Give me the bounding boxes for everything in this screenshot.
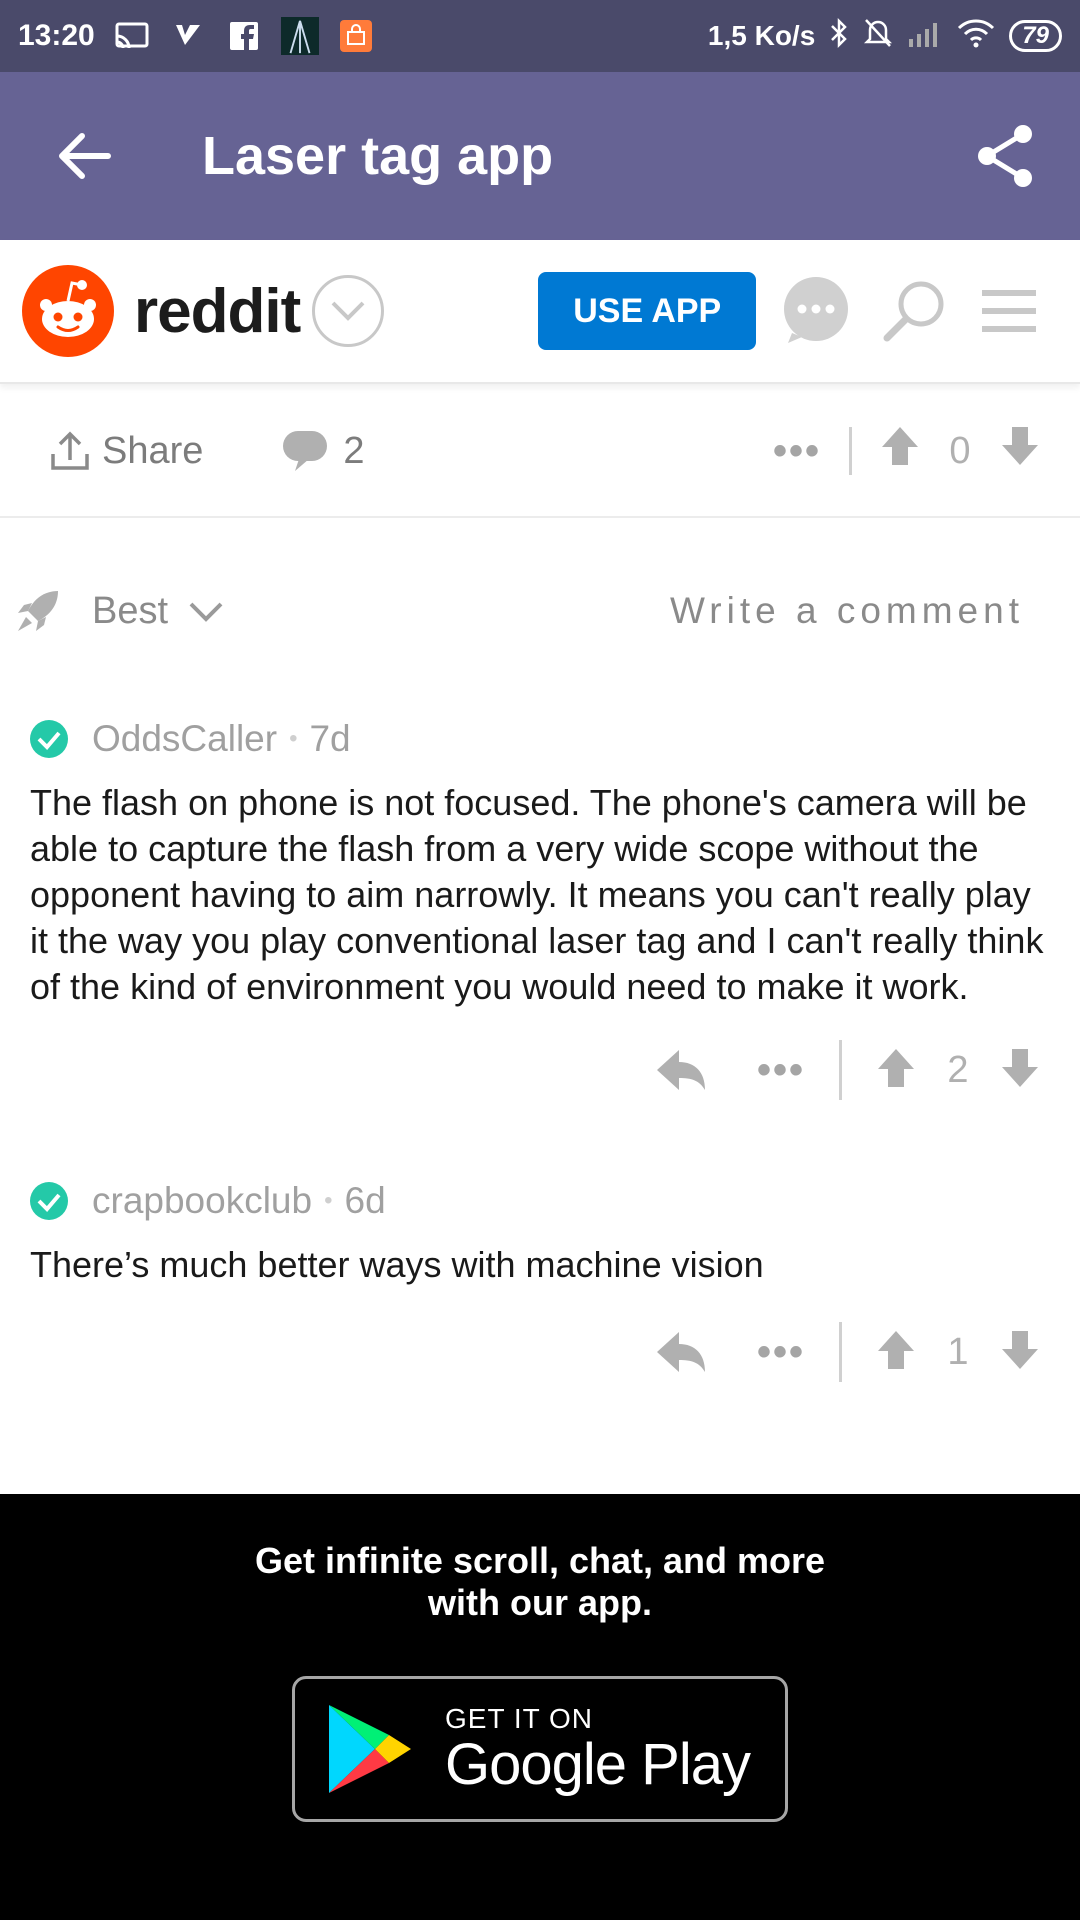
- more-dots-icon[interactable]: •••: [773, 429, 821, 474]
- app-thumb-icon: [280, 17, 319, 55]
- gplay-small-text: GET IT ON: [445, 1703, 593, 1734]
- gplay-big-text: Google Play: [445, 1732, 751, 1797]
- verified-check-icon: [30, 1182, 68, 1220]
- bluetooth-icon: [829, 17, 849, 56]
- downvote-icon[interactable]: [1000, 1329, 1040, 1376]
- more-dots-icon[interactable]: •••: [757, 1048, 805, 1093]
- network-speed: 1,5 Ko/s: [707, 20, 816, 51]
- comment-body: The flash on phone is not focused. The p…: [30, 782, 1044, 1007]
- comment-vote-count: 2: [947, 1048, 969, 1091]
- app-promo-banner: Get infinite scroll, chat, and more with…: [0, 1494, 1080, 1920]
- write-comment-link[interactable]: Write a comment: [670, 590, 1024, 632]
- reply-icon[interactable]: [655, 1048, 707, 1092]
- google-play-button[interactable]: GET IT ON Google Play: [292, 1676, 788, 1822]
- check-flag-icon: [169, 19, 207, 53]
- reply-icon[interactable]: [655, 1330, 707, 1374]
- comment-sort-row: Best Write a comment: [0, 566, 1080, 656]
- comment-icon: [283, 431, 328, 471]
- banner-line-1: Get infinite scroll, chat, and more: [254, 1540, 826, 1581]
- shopping-icon: [337, 19, 375, 53]
- google-play-logo-icon: [325, 1701, 415, 1797]
- upvote-icon[interactable]: [876, 1047, 916, 1094]
- comment-actions: ••• 1: [0, 1322, 1040, 1382]
- wifi-icon: [957, 18, 995, 55]
- status-bar: 13:20 1,5 Ko/s 79: [0, 0, 1080, 72]
- upload-share-icon: [51, 431, 89, 470]
- sort-dropdown[interactable]: Best: [92, 590, 168, 633]
- app-bar: Laser tag app: [0, 72, 1080, 240]
- comment-count: 2: [343, 429, 365, 472]
- comment-age: 6d: [344, 1180, 386, 1221]
- divider: [839, 1040, 842, 1100]
- upvote-icon[interactable]: [876, 1329, 916, 1376]
- status-time: 13:20: [18, 19, 95, 52]
- comment-body: There’s much better ways with machine vi…: [30, 1244, 764, 1285]
- comment-vote-count: 1: [947, 1330, 969, 1373]
- banner-line-2: with our app.: [428, 1582, 652, 1623]
- facebook-icon: [225, 19, 263, 53]
- reddit-header: reddit USE APP: [0, 240, 1080, 384]
- meta-separator: •: [289, 725, 298, 752]
- divider: [839, 1322, 842, 1382]
- upvote-icon[interactable]: [880, 425, 920, 477]
- comment-age: 7d: [309, 718, 351, 759]
- chat-bubble-icon[interactable]: [776, 266, 856, 356]
- post-action-bar: Share 2 ••• 0: [0, 386, 1080, 518]
- share-label: Share: [102, 429, 204, 472]
- comment: OddsCaller • 7d The flash on phone is no…: [0, 718, 1080, 1100]
- post-share-button[interactable]: Share: [50, 430, 203, 473]
- cast-icon: [113, 19, 151, 53]
- signal-icon: [907, 19, 943, 54]
- battery-indicator: 79: [1009, 20, 1062, 52]
- comments-count-button[interactable]: 2: [281, 429, 365, 473]
- verified-check-icon: [30, 720, 68, 758]
- comment-author[interactable]: OddsCaller: [92, 718, 277, 760]
- downvote-icon[interactable]: [1000, 1047, 1040, 1094]
- bell-off-icon: [863, 17, 893, 56]
- divider: [849, 427, 852, 475]
- hamburger-menu-icon[interactable]: [974, 266, 1044, 356]
- reddit-wordmark[interactable]: reddit: [134, 276, 301, 347]
- comment-author[interactable]: crapbookclub: [92, 1180, 312, 1222]
- share-icon[interactable]: [950, 101, 1060, 211]
- more-dots-icon[interactable]: •••: [757, 1330, 805, 1375]
- back-arrow-icon[interactable]: [30, 101, 140, 211]
- page-title: Laser tag app: [202, 126, 554, 186]
- chevron-down-icon[interactable]: [188, 590, 224, 633]
- community-dropdown[interactable]: [312, 275, 385, 347]
- post-vote-count: 0: [949, 429, 971, 472]
- use-app-button[interactable]: USE APP: [538, 272, 757, 350]
- chevron-down-icon: [331, 301, 365, 321]
- comment: crapbookclub • 6d There’s much better wa…: [0, 1180, 1080, 1382]
- snoo-logo-icon[interactable]: [22, 265, 114, 357]
- search-icon[interactable]: [874, 266, 954, 356]
- banner-text: Get infinite scroll, chat, and more with…: [0, 1540, 1080, 1624]
- downvote-icon[interactable]: [1000, 425, 1040, 477]
- comment-actions: ••• 2: [0, 1040, 1040, 1100]
- meta-separator: •: [324, 1187, 333, 1214]
- rocket-icon: [14, 587, 62, 635]
